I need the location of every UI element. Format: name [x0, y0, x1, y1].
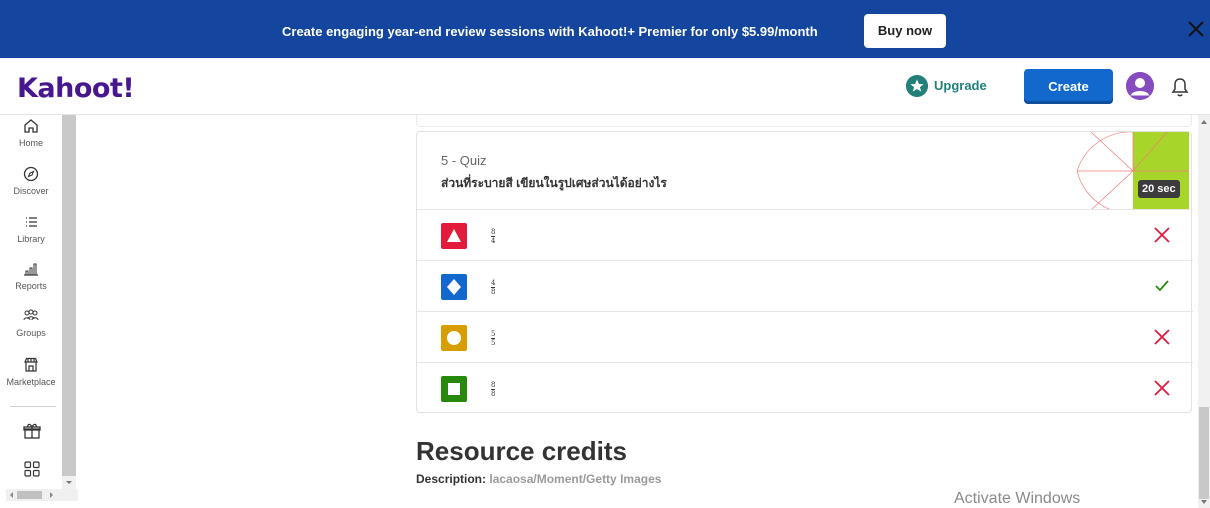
- sidebar-item-label: Library: [17, 234, 45, 244]
- group-icon: [23, 309, 39, 321]
- sidebar-item-label: Discover: [13, 186, 49, 196]
- user-icon: [1126, 72, 1154, 100]
- fraction-denominator: 5: [491, 339, 496, 347]
- sidebar-item-discover[interactable]: Discover: [0, 165, 62, 196]
- sidebar-item-label: Reports: [15, 281, 47, 291]
- compass-icon: [23, 166, 39, 182]
- triangle-icon: [447, 229, 461, 242]
- sidebar-item-label: Groups: [16, 328, 46, 338]
- description-label: Description:: [416, 472, 487, 486]
- question-text: ส่วนที่ระบายสี เขียนในรูปเศษส่วนได้อย่าง…: [441, 176, 667, 190]
- resource-credits-heading: Resource credits: [416, 436, 627, 466]
- question-card[interactable]: 5 - Quiz ส่วนที่ระบายสี เขียนในรูปเศษส่ว…: [416, 131, 1193, 413]
- correct-check-icon: [1155, 280, 1169, 292]
- promo-banner: Create engaging year-end review sessions…: [0, 0, 1210, 58]
- bell-icon[interactable]: [1170, 76, 1190, 98]
- sidebar-item-label: Home: [18, 138, 43, 148]
- scroll-down-arrow-icon[interactable]: [62, 476, 76, 490]
- promo-banner-text: Create engaging year-end review sessions…: [282, 24, 818, 39]
- apps-grid-icon[interactable]: [23, 460, 41, 478]
- sidebar-item-marketplace[interactable]: Marketplace: [0, 356, 62, 387]
- incorrect-x-icon: [1154, 329, 1170, 345]
- time-limit-badge: 20 sec: [1138, 180, 1180, 198]
- answer-fraction: 8 4: [491, 228, 496, 245]
- star-icon: [906, 75, 928, 97]
- resource-credits-description: Description: lacaosa/Moment/Getty Images: [416, 472, 661, 486]
- store-icon: [24, 357, 38, 372]
- fraction-numerator: 8: [491, 381, 496, 390]
- top-navigation-bar: Kahoot! Upgrade Create: [0, 58, 1210, 115]
- avatar[interactable]: [1126, 72, 1154, 100]
- home-icon: [24, 119, 38, 133]
- fraction-numerator: 4: [491, 279, 496, 288]
- answer-fraction: 5 5: [491, 330, 496, 347]
- question-image: [1077, 132, 1189, 210]
- create-button[interactable]: Create: [1024, 69, 1113, 104]
- sidebar-item-home[interactable]: Home: [0, 117, 62, 148]
- incorrect-x-icon: [1154, 227, 1170, 243]
- sidebar-item-label: Marketplace: [6, 377, 56, 387]
- fraction-numerator: 5: [491, 330, 496, 339]
- sidebar-item-library[interactable]: Library: [0, 213, 62, 244]
- sidebar-item-groups[interactable]: Groups: [0, 307, 62, 338]
- answer-fraction: 4 8: [491, 279, 496, 296]
- sidebar-item-reports[interactable]: Reports: [0, 260, 62, 291]
- answer-shape-badge: [441, 325, 467, 351]
- activate-windows-watermark: Activate Windows: [954, 490, 1081, 507]
- gift-icon[interactable]: [22, 421, 42, 441]
- answer-shape-badge: [441, 223, 467, 249]
- fraction-denominator: 4: [491, 237, 496, 245]
- answer-fraction: 8 8: [491, 381, 496, 398]
- answer-shape-badge: [441, 376, 467, 402]
- answer-row[interactable]: 8 4: [417, 209, 1193, 260]
- close-icon[interactable]: [1185, 18, 1207, 40]
- fraction-denominator: 8: [491, 390, 496, 398]
- answer-row[interactable]: 8 8: [417, 362, 1193, 413]
- description-value: lacaosa/Moment/Getty Images: [489, 472, 662, 486]
- sidebar-scrollbar[interactable]: [62, 115, 76, 493]
- previous-question-card: [416, 115, 1192, 127]
- sidebar-divider: [10, 406, 56, 407]
- horizontal-scrollbar[interactable]: [6, 489, 78, 501]
- answer-row[interactable]: 5 5: [417, 311, 1193, 362]
- fraction-numerator: 8: [491, 228, 496, 237]
- fraction-denominator: 8: [491, 288, 496, 296]
- kahoot-logo[interactable]: Kahoot!: [17, 73, 135, 104]
- question-type: 5 - Quiz: [441, 153, 487, 168]
- list-icon: [26, 217, 37, 227]
- buy-now-button[interactable]: Buy now: [864, 14, 946, 48]
- circle-icon: [447, 331, 461, 345]
- square-icon: [448, 383, 460, 395]
- main-scrollbar-thumb[interactable]: [1199, 407, 1209, 499]
- answer-shape-badge: [441, 274, 467, 300]
- sidebar: Home Discover Library Reports Groups Mar…: [0, 115, 78, 508]
- answer-row[interactable]: 4 8: [417, 260, 1193, 311]
- upgrade-label: Upgrade: [934, 78, 987, 93]
- diamond-icon: [447, 279, 461, 295]
- incorrect-x-icon: [1154, 380, 1170, 396]
- bar-chart-icon: [24, 263, 38, 276]
